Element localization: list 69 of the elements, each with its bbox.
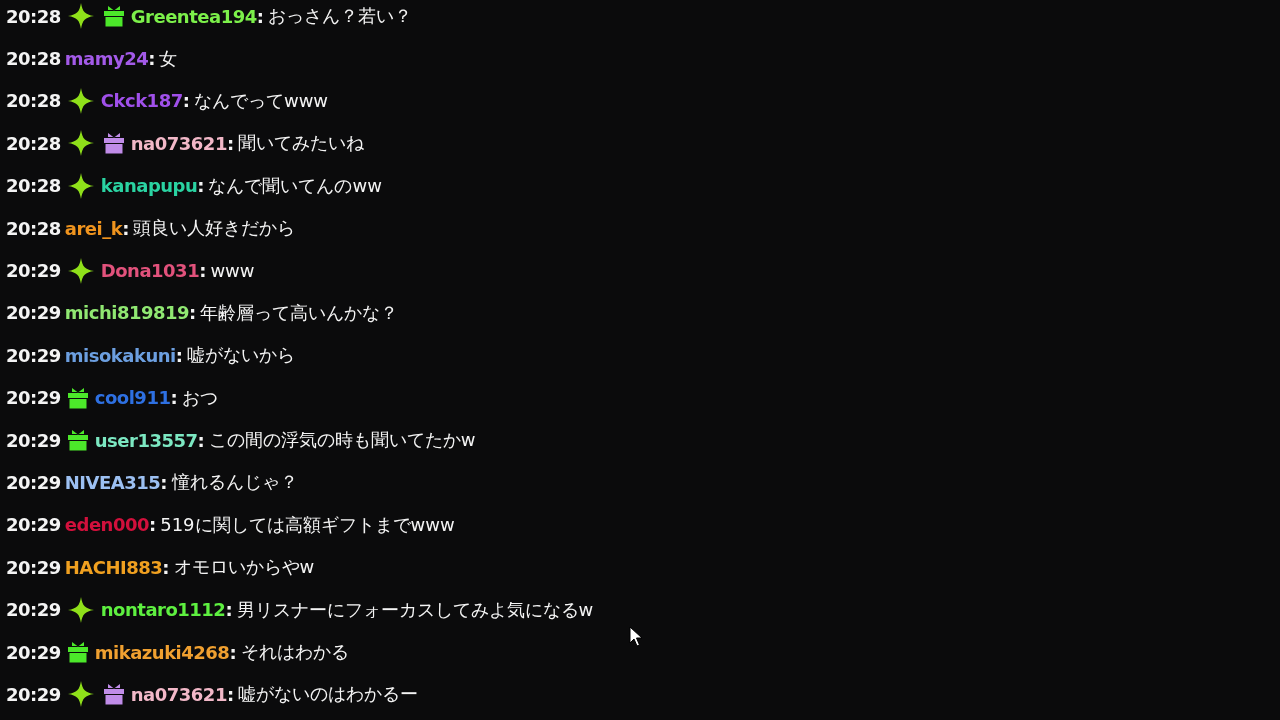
chat-message: 519に関しては高額ギフトまでwww — [160, 512, 455, 537]
colon-separator: : — [162, 556, 170, 578]
chat-message: 年齢層って高いんかな？ — [200, 300, 399, 325]
colon-separator: : — [197, 175, 205, 197]
colon-separator: : — [256, 5, 264, 27]
chat-message: 女 — [159, 46, 178, 71]
colon-separator: : — [149, 514, 157, 536]
colon-separator: : — [182, 90, 190, 112]
timestamp: 20:28 — [6, 132, 61, 154]
timestamp: 20:28 — [6, 90, 61, 112]
username[interactable]: misokakuni — [64, 344, 176, 366]
cursor-icon — [629, 626, 643, 648]
timestamp: 20:28 — [6, 175, 61, 197]
username[interactable]: NIVEA315 — [64, 472, 161, 493]
timestamp: 20:28 — [6, 5, 61, 27]
colon-separator: : — [170, 387, 178, 409]
chat-message: www — [210, 260, 255, 282]
username[interactable]: Dona1031 — [100, 260, 200, 282]
username[interactable]: michi819819 — [64, 302, 190, 324]
timestamp: 20:29 — [6, 387, 61, 409]
username[interactable]: cool911 — [94, 387, 171, 409]
colon-separator: : — [197, 429, 205, 451]
colon-separator: : — [175, 344, 183, 366]
chat-message: 嘘がないのはわかるー — [238, 682, 419, 707]
username[interactable]: nontaro1112 — [100, 599, 226, 621]
username[interactable]: na073621 — [130, 132, 227, 154]
username[interactable]: arei_k — [64, 217, 123, 239]
username[interactable]: mamy24 — [64, 48, 149, 70]
timestamp: 20:29 — [6, 683, 61, 705]
username[interactable]: kanapupu — [100, 175, 198, 197]
timestamp: 20:29 — [6, 260, 61, 282]
colon-separator: : — [226, 683, 235, 705]
timestamp: 20:29 — [6, 472, 61, 493]
chat-message: 頭良い人好きだから — [133, 216, 296, 241]
timestamp: 20:29 — [6, 344, 61, 366]
chat-message: オモロいからやw — [173, 555, 315, 580]
username[interactable]: mikazuki4268 — [94, 641, 230, 663]
chat-message: この間の浮気の時も聞いてたかw — [208, 428, 476, 453]
timestamp: 20:28 — [6, 217, 61, 239]
chat-message: なんでってwww — [193, 88, 329, 113]
chat-message: 嘘がないから — [186, 343, 295, 368]
username[interactable]: eden000 — [64, 514, 149, 536]
chat-message: 憧れるんじゃ？ — [171, 470, 298, 495]
timestamp: 20:29 — [6, 302, 61, 324]
colon-separator: : — [199, 260, 207, 282]
timestamp: 20:29 — [6, 556, 61, 578]
chat-message: おつ — [181, 385, 218, 410]
username[interactable]: HACHI883 — [64, 556, 163, 578]
colon-separator: : — [122, 217, 130, 239]
colon-separator: : — [160, 472, 168, 493]
username[interactable]: Greentea194 — [130, 5, 257, 27]
chat-message: おっさん？若い？ — [267, 4, 412, 29]
timestamp: 20:28 — [6, 48, 61, 70]
chat-message: 男リスナーにフォーカスしてみよ気になるw — [236, 597, 594, 622]
chat-message: なんで聞いてんのww — [208, 173, 382, 198]
timestamp: 20:29 — [6, 599, 61, 621]
colon-separator: : — [226, 132, 235, 154]
colon-separator: : — [148, 48, 156, 70]
chat-message: 聞いてみたいね — [238, 131, 365, 156]
chat-message: それはわかる — [240, 640, 349, 665]
colon-separator: : — [229, 641, 237, 663]
username[interactable]: Ckck187 — [100, 90, 183, 112]
timestamp: 20:29 — [6, 514, 61, 536]
timestamp: 20:29 — [6, 429, 61, 451]
colon-separator: : — [225, 599, 233, 621]
username[interactable]: user13557 — [94, 429, 198, 451]
username[interactable]: na073621 — [130, 683, 227, 705]
timestamp: 20:29 — [6, 641, 61, 663]
colon-separator: : — [189, 302, 197, 324]
